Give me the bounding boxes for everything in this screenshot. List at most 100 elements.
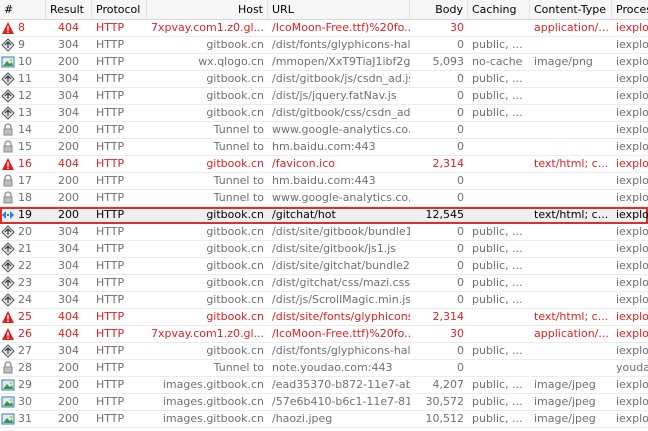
result-cell: 404	[58, 157, 79, 170]
result-cell: 200	[58, 191, 79, 204]
session-row[interactable]: 21 304 HTTP gitbook.cn/dist/site/gitbook/js…	[0, 241, 648, 258]
host-cell: gitbook.cn	[206, 208, 264, 221]
host-cell: gitbook.cn	[206, 259, 264, 272]
column-header-result[interactable]: Result	[46, 0, 92, 19]
content-type-cell	[530, 258, 612, 274]
caching-cell: public, ...	[472, 225, 523, 238]
host-cell: gitbook.cn	[206, 38, 264, 51]
session-row[interactable]: 15 200 HTTP Tunnel to hm.baidu.com:443 0 iexpl…	[0, 139, 648, 156]
url-cell: /dist/js/ScrollMagic.min.js	[272, 293, 410, 306]
session-row[interactable]: 26 404 HTTP 7xpvay.com1.z0.gl... /IcoMoon-Fr…	[0, 326, 648, 343]
session-row[interactable]: 10 200 HTTP wx.qlogo.cn/mmopen/XxT9TiaJ1ibf…	[0, 54, 648, 71]
session-row[interactable]: 11 304 HTTP gitbook.cn/dist/gitbook/js/csdn…	[0, 71, 648, 88]
session-row[interactable]: 25 404 HTTP gitbook.cn/dist/site/fonts/glyp…	[0, 309, 648, 326]
session-row[interactable]: 13 304 HTTP gitbook.cn/dist/gitbook/css/csd…	[0, 105, 648, 122]
process-cell: iexplor	[616, 174, 648, 187]
column-header-content-type[interactable]: Content-Type	[530, 0, 612, 19]
process-cell: iexplor	[616, 106, 648, 119]
session-row[interactable]: 30 200 HTTP images.gitbook.cn/57e6b410-b6c1…	[0, 394, 648, 411]
caching-cell: public, ...	[472, 106, 523, 119]
content-type-cell	[530, 105, 612, 121]
result-cell: 304	[58, 225, 79, 238]
number-cell: 11	[18, 72, 32, 85]
result-cell: 200	[58, 55, 79, 68]
session-row[interactable]: 29 200 HTTP images.gitbook.cn/ead35370-b872…	[0, 377, 648, 394]
protocol-cell: HTTP	[96, 378, 125, 391]
protocol-cell: HTTP	[96, 55, 125, 68]
column-header-protocol[interactable]: Protocol	[92, 0, 147, 19]
number-cell: 21	[18, 242, 32, 255]
caching-cell: public, ...	[472, 293, 523, 306]
caching-cell: public, ...	[472, 276, 523, 289]
session-row[interactable]: 31 200 HTTP images.gitbook.cn/haozi.jpeg 10,…	[0, 411, 648, 428]
session-row[interactable]: 22 304 HTTP gitbook.cn/dist/site/gitchat/bu…	[0, 258, 648, 275]
result-cell: 304	[58, 106, 79, 119]
body-size-cell: 0	[457, 361, 464, 374]
number-cell: 26	[18, 327, 32, 340]
url-cell: /mmopen/XxT9TiaJ1ibf2gf...	[272, 55, 410, 68]
body-size-cell: 0	[457, 276, 464, 289]
url-cell: /dist/gitbook/css/csdn_ad...	[272, 106, 410, 119]
session-row[interactable]: 23 304 HTTP gitbook.cn/dist/gitchat/css/maz…	[0, 275, 648, 292]
content-type-cell: text/html; c...	[534, 157, 609, 170]
host-cell: gitbook.cn	[206, 293, 264, 306]
column-header-url[interactable]: URL	[268, 0, 410, 19]
url-cell: note.youdao.com:443	[272, 361, 393, 374]
session-row[interactable]: 18 200 HTTP Tunnel to www.google-analytics.c…	[0, 190, 648, 207]
url-cell: /ead35370-b872-11e7-ab...	[272, 378, 410, 391]
session-row[interactable]: 20 304 HTTP gitbook.cn/dist/site/gitbook/bu…	[0, 224, 648, 241]
caching-cell: public, ...	[472, 89, 523, 102]
result-cell: 404	[58, 310, 79, 323]
number-cell: 14	[18, 123, 32, 136]
url-cell: hm.baidu.com:443	[272, 174, 376, 187]
session-row[interactable]: 9 304 HTTP gitbook.cn/dist/fonts/glyphicons…	[0, 37, 648, 54]
protocol-cell: HTTP	[96, 327, 125, 340]
caching-cell: public, ...	[472, 395, 523, 408]
host-cell: Tunnel to	[213, 140, 264, 153]
session-row-selected[interactable]: 19 200 HTTP gitbook.cn/gitchat/hot 12,545 tex…	[0, 207, 648, 224]
number-cell: 22	[18, 259, 32, 272]
content-type-cell: application/...	[534, 327, 609, 340]
caching-cell: public, ...	[472, 72, 523, 85]
session-row[interactable]: 14 200 HTTP Tunnel to www.google-analytics.c…	[0, 122, 648, 139]
caching-cell	[468, 156, 530, 172]
protocol-cell: HTTP	[96, 259, 125, 272]
process-cell: iexplor	[616, 378, 648, 391]
caching-cell: public, ...	[472, 259, 523, 272]
url-cell: /dist/site/gitbook/js1.js	[272, 242, 397, 255]
result-cell: 304	[58, 344, 79, 357]
number-cell: 25	[18, 310, 32, 323]
session-row[interactable]: 17 200 HTTP Tunnel to hm.baidu.com:443 0 iexpl…	[0, 173, 648, 190]
number-cell: 19	[18, 208, 32, 221]
result-cell: 200	[58, 378, 79, 391]
column-header-host[interactable]: Host	[147, 0, 268, 19]
column-header-process[interactable]: Process	[612, 0, 648, 19]
session-row[interactable]: 12 304 HTTP gitbook.cn/dist/js/jquery.fatNa…	[0, 88, 648, 105]
url-cell: /dist/site/gitchat/bundle2....	[272, 259, 410, 272]
body-size-cell: 0	[457, 140, 464, 153]
session-row[interactable]: 28 200 HTTP Tunnel to note.youdao.com:443 0 yo…	[0, 360, 648, 377]
number-cell: 29	[18, 378, 32, 391]
body-size-cell: 0	[457, 174, 464, 187]
column-header-body[interactable]: Body	[410, 0, 468, 19]
number-cell: 10	[18, 55, 32, 68]
body-size-cell: 30,572	[425, 395, 465, 408]
result-cell: 304	[58, 89, 79, 102]
session-row[interactable]: 16 404 HTTP gitbook.cn/favicon.ico 2,314 text…	[0, 156, 648, 173]
caching-cell	[468, 326, 530, 342]
session-row[interactable]: 24 304 HTTP gitbook.cn/dist/js/ScrollMagic.…	[0, 292, 648, 309]
protocol-cell: HTTP	[96, 174, 125, 187]
session-row[interactable]: 27 304 HTTP gitbook.cn/dist/fonts/glyphicon…	[0, 343, 648, 360]
column-header-number[interactable]: #	[0, 0, 46, 19]
caching-cell	[468, 122, 530, 138]
sessions-grid[interactable]: # Result Protocol Host URL Body Caching …	[0, 0, 648, 431]
session-row[interactable]: 8 404 HTTP 7xpvay.com1.z0.gl... /IcoMoon-Fre…	[0, 20, 648, 37]
result-cell: 304	[58, 259, 79, 272]
column-header-caching[interactable]: Caching	[468, 0, 530, 19]
process-cell: iexplor	[616, 327, 648, 340]
process-cell: iexplor	[616, 123, 648, 136]
caching-cell: public, ...	[472, 242, 523, 255]
process-cell: iexplor	[616, 21, 648, 34]
body-size-cell: 0	[457, 293, 464, 306]
url-cell: /haozi.jpeg	[272, 412, 333, 425]
